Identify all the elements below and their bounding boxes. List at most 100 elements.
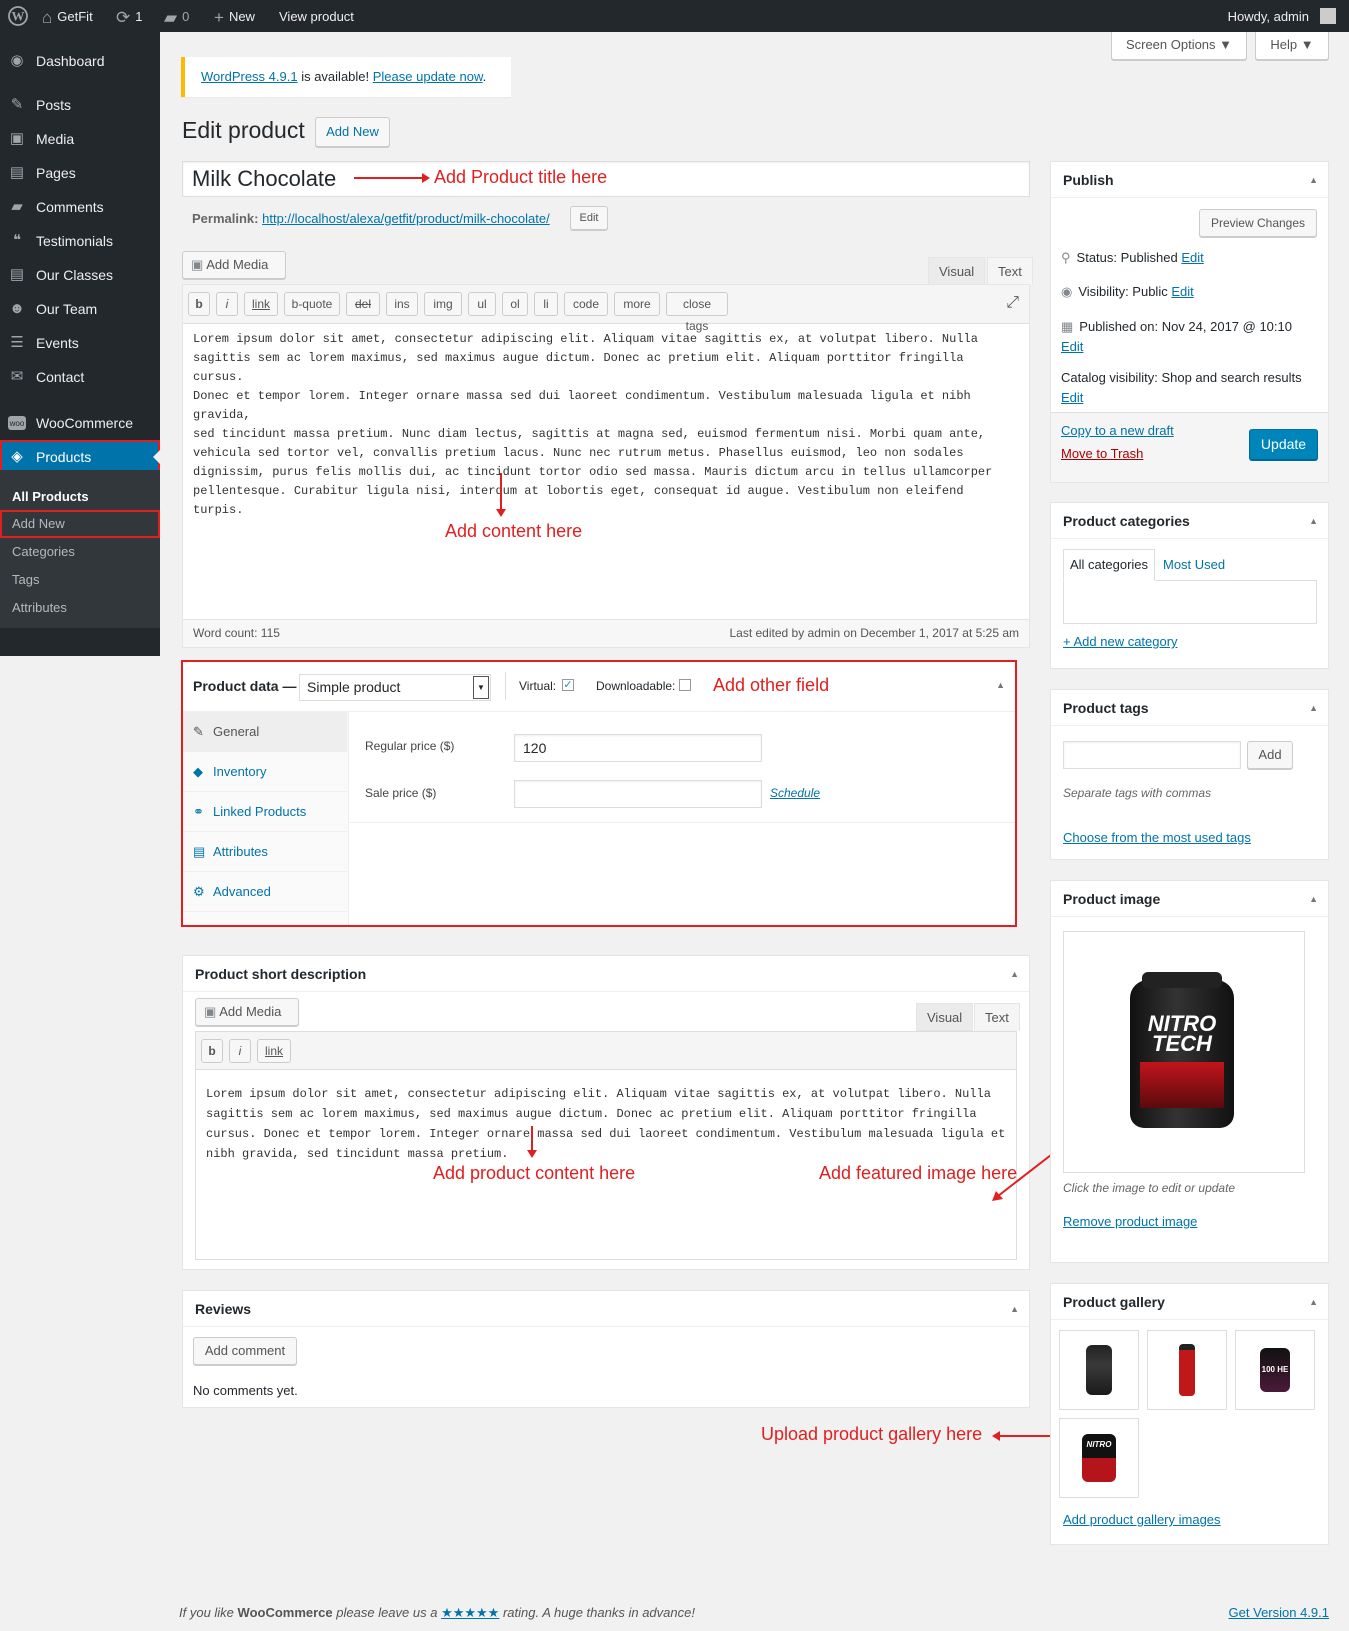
copy-draft-link[interactable]: Copy to a new draft (1061, 423, 1174, 438)
menu-comments[interactable]: ▰ Comments (0, 190, 160, 224)
view-product-link[interactable]: View product (279, 0, 354, 32)
catalog-edit-link[interactable]: Edit (1061, 390, 1083, 405)
comments-link[interactable]: ▰ 0 (164, 0, 189, 32)
menu-contact[interactable]: ✉ Contact (0, 360, 160, 394)
schedule-link[interactable]: Schedule (770, 786, 820, 800)
submenu-all-products[interactable]: All Products (0, 483, 160, 511)
editor-tab-visual[interactable]: Visual (928, 257, 986, 285)
footer-version-link[interactable]: Get Version 4.9.1 (1229, 1605, 1329, 1620)
qt-bold-button[interactable]: b (188, 292, 210, 316)
submenu-add-new[interactable]: Add New (0, 510, 160, 538)
new-content-link[interactable]: + New (214, 0, 255, 32)
permalink-link[interactable]: http://localhost/alexa/getfit/product/mi… (262, 211, 550, 226)
move-to-trash-link[interactable]: Move to Trash (1061, 446, 1143, 461)
content-textarea[interactable]: Lorem ipsum dolor sit amet, consectetur … (193, 330, 1021, 520)
submenu-attributes[interactable]: Attributes (0, 594, 160, 622)
visibility-edit-link[interactable]: Edit (1171, 284, 1193, 299)
collapse-toggle-icon[interactable]: ▲ (1309, 162, 1318, 198)
add-gallery-images-link[interactable]: Add product gallery images (1063, 1512, 1221, 1527)
short-add-media-button[interactable]: ▣ Add Media (195, 998, 299, 1026)
add-tag-button[interactable]: Add (1247, 741, 1293, 769)
qt-ul-button[interactable]: ul (468, 292, 496, 316)
collapse-toggle-icon[interactable]: ▲ (1309, 881, 1318, 917)
collapse-toggle-icon[interactable]: ▲ (996, 680, 1005, 690)
menu-pages[interactable]: ▤ Pages (0, 156, 160, 190)
menu-events[interactable]: ☰ Events (0, 326, 160, 360)
add-new-product-button[interactable]: Add New (315, 117, 390, 147)
submenu-categories[interactable]: Categories (0, 538, 160, 566)
qt-ins-button[interactable]: ins (386, 292, 418, 316)
fullscreen-icon[interactable]: ⤢ (1006, 294, 1019, 312)
featured-image[interactable]: NITRO TECH (1063, 931, 1305, 1173)
sale-price-input[interactable] (514, 780, 762, 808)
update-now-link[interactable]: Please update now (373, 69, 483, 84)
qt-del-button[interactable]: del (346, 292, 380, 316)
published-edit-link[interactable]: Edit (1061, 339, 1083, 354)
gallery-thumb-1[interactable] (1059, 1330, 1139, 1410)
rating-stars-link[interactable]: ★★★★★ (441, 1605, 499, 1620)
add-comment-button[interactable]: Add comment (193, 1337, 297, 1365)
collapse-toggle-icon[interactable]: ▲ (1309, 503, 1318, 539)
tab-linked-products[interactable]: ⚭ Linked Products (183, 792, 347, 832)
qt-more-button[interactable]: more (614, 292, 660, 316)
short-tab-visual[interactable]: Visual (916, 1003, 974, 1031)
help-button[interactable]: Help ▼ (1255, 32, 1329, 60)
collapse-toggle-icon[interactable]: ▲ (1010, 956, 1019, 992)
qt-ol-button[interactable]: ol (502, 292, 528, 316)
add-media-button[interactable]: ▣ Add Media (182, 251, 286, 279)
remove-product-image-link[interactable]: Remove product image (1063, 1214, 1197, 1229)
menu-our-team[interactable]: ☻ Our Team (0, 292, 160, 326)
qt-link-button[interactable]: link (244, 292, 278, 316)
menu-media[interactable]: ▣ Media (0, 122, 160, 156)
qt-bold-button[interactable]: b (201, 1039, 223, 1063)
update-button[interactable]: Update (1249, 429, 1318, 460)
qt-italic-button[interactable]: i (216, 292, 238, 316)
permalink-edit-button[interactable]: Edit (570, 206, 608, 230)
avatar[interactable] (1320, 8, 1336, 24)
editor-tab-text[interactable]: Text (987, 257, 1033, 285)
collapse-toggle-icon[interactable]: ▲ (1010, 1291, 1019, 1327)
short-tab-text[interactable]: Text (974, 1003, 1020, 1031)
short-description-textarea[interactable]: Lorem ipsum dolor sit amet, consectetur … (206, 1084, 1006, 1164)
qt-bquote-button[interactable]: b-quote (284, 292, 340, 316)
howdy-user[interactable]: Howdy, admin (1228, 0, 1309, 32)
submenu-tags[interactable]: Tags (0, 566, 160, 594)
menu-products[interactable]: ◈ Products (0, 440, 160, 474)
screen-options-button[interactable]: Screen Options ▼ (1111, 32, 1247, 60)
qt-close-tags-button[interactable]: close tags (666, 292, 728, 333)
choose-most-used-tags-link[interactable]: Choose from the most used tags (1063, 830, 1251, 845)
wordpress-logo-icon[interactable]: W (8, 0, 28, 32)
tab-general[interactable]: ✎ General (183, 712, 347, 752)
site-name-link[interactable]: ⌂ GetFit (42, 0, 93, 32)
menu-woocommerce[interactable]: woo WooCommerce (0, 406, 160, 440)
menu-our-classes[interactable]: ▤ Our Classes (0, 258, 160, 292)
preview-changes-button[interactable]: Preview Changes (1199, 209, 1317, 237)
tab-inventory[interactable]: ◆ Inventory (183, 752, 347, 792)
collapse-toggle-icon[interactable]: ▲ (1309, 1284, 1318, 1320)
menu-dashboard[interactable]: ◉ Dashboard (0, 44, 160, 78)
gallery-thumb-4[interactable]: NITRO (1059, 1418, 1139, 1498)
wordpress-version-link[interactable]: WordPress 4.9.1 (201, 69, 298, 84)
status-edit-link[interactable]: Edit (1181, 250, 1203, 265)
regular-price-input[interactable]: 120 (514, 734, 762, 762)
updates-link[interactable]: ⟳ 1 (116, 0, 142, 32)
tag-input[interactable] (1063, 741, 1241, 769)
collapse-toggle-icon[interactable]: ▲ (1309, 690, 1318, 726)
gallery-thumb-3[interactable]: 100 HE (1235, 1330, 1315, 1410)
qt-link-button[interactable]: link (257, 1039, 291, 1063)
tab-advanced[interactable]: ⚙ Advanced (183, 872, 347, 912)
qt-img-button[interactable]: img (424, 292, 462, 316)
menu-testimonials[interactable]: ❝ Testimonials (0, 224, 160, 258)
add-new-category-link[interactable]: + Add new category (1063, 634, 1178, 649)
virtual-checkbox[interactable]: ✓ (562, 679, 574, 691)
qt-code-button[interactable]: code (564, 292, 608, 316)
menu-posts[interactable]: ✎ Posts (0, 88, 160, 122)
qt-italic-button[interactable]: i (229, 1039, 251, 1063)
tab-attributes[interactable]: ▤ Attributes (183, 832, 347, 872)
qt-li-button[interactable]: li (534, 292, 558, 316)
tab-most-used[interactable]: Most Used (1163, 557, 1225, 572)
gallery-thumb-2[interactable] (1147, 1330, 1227, 1410)
downloadable-checkbox[interactable] (679, 679, 691, 691)
product-type-select[interactable]: Simple product ▼ (299, 674, 491, 701)
tab-all-categories[interactable]: All categories (1063, 549, 1156, 581)
